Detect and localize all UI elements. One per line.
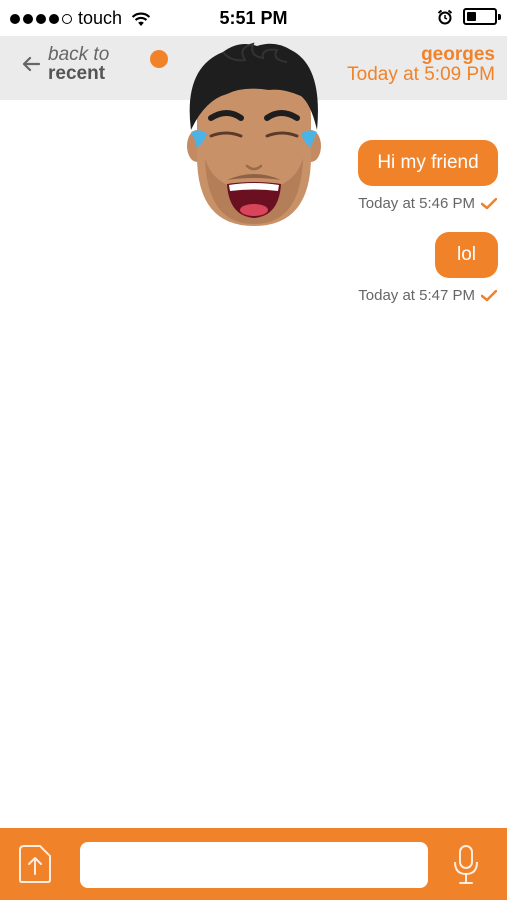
- online-status-dot: [150, 50, 168, 68]
- contact-avatar[interactable]: [183, 38, 325, 228]
- status-time: 5:51 PM: [219, 8, 288, 28]
- message-bubble[interactable]: Hi my friend: [358, 140, 498, 186]
- message-timestamp: Today at 5:46 PM: [358, 195, 475, 212]
- message-input[interactable]: [80, 842, 428, 888]
- back-to-recent-button[interactable]: back to recent: [22, 45, 109, 83]
- status-bar: touch 5:51 PM: [0, 0, 507, 36]
- message-text: lol: [456, 244, 476, 265]
- share-upload-icon[interactable]: [18, 844, 52, 884]
- microphone-icon[interactable]: [450, 842, 482, 888]
- composer-bar: [0, 828, 507, 900]
- checkmark-icon: [481, 289, 497, 301]
- arrow-left-icon: [22, 56, 40, 72]
- message-meta: Today at 5:46 PM: [358, 195, 497, 212]
- battery-icon: [463, 8, 501, 25]
- back-label-line2: recent: [48, 63, 106, 84]
- message-timestamp: Today at 5:47 PM: [358, 287, 475, 304]
- message-bubble[interactable]: lol: [435, 232, 498, 278]
- contact-name: georges: [421, 44, 495, 65]
- checkmark-icon: [481, 197, 497, 209]
- contact-last-seen: Today at 5:09 PM: [347, 64, 495, 85]
- alarm-clock-icon: [437, 9, 453, 24]
- chat-screen: touch 5:51 PM back to recent georges Tod…: [0, 0, 507, 900]
- back-label-line1: back to: [48, 44, 110, 65]
- contact-info[interactable]: georges Today at 5:09 PM: [347, 45, 495, 85]
- message-text: Hi my friend: [377, 152, 479, 173]
- status-right: [437, 8, 501, 25]
- message-meta: Today at 5:47 PM: [358, 287, 497, 304]
